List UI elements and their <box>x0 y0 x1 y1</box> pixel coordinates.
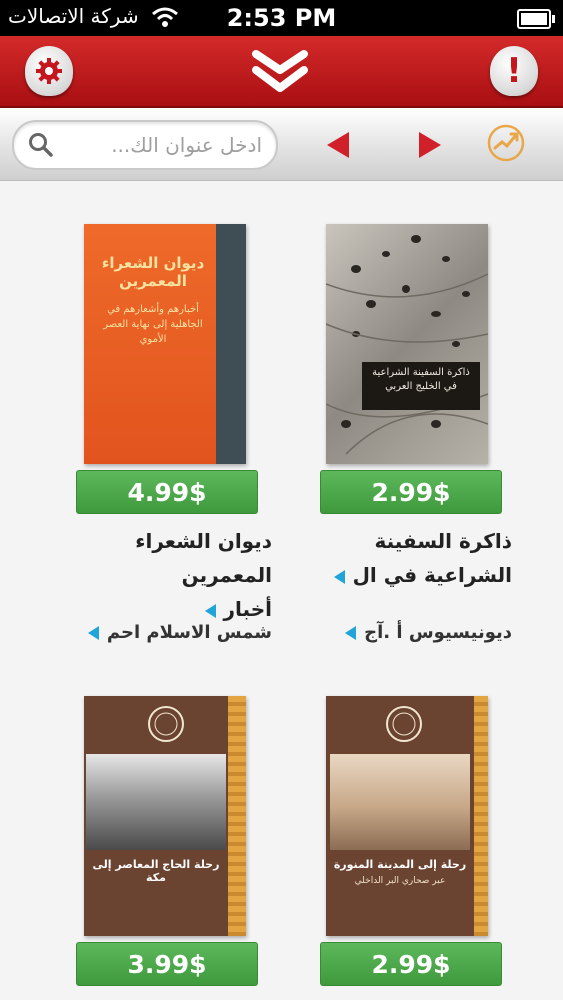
search-box[interactable] <box>12 120 278 170</box>
price-button[interactable]: 2.99$ <box>320 942 502 986</box>
double-chevron-down-icon <box>252 50 308 92</box>
cover-title: رحلة إلى المدينة المنورة <box>333 858 467 871</box>
price-button[interactable]: 2.99$ <box>320 470 502 514</box>
collapse-button[interactable] <box>250 50 310 96</box>
cover-spine <box>216 224 246 464</box>
seal-icon <box>148 706 184 742</box>
book-cover[interactable]: ديوان الشعراء المعمرين أخبارهم وأشعارهم … <box>84 224 246 464</box>
more-triangle-icon[interactable] <box>333 569 345 584</box>
book-author: ديونيسيوس أ .آج <box>292 622 512 643</box>
exclamation-icon: ! <box>506 51 522 91</box>
settings-button[interactable] <box>25 46 73 96</box>
cover-spine <box>474 696 488 936</box>
seal-icon <box>386 706 422 742</box>
alert-button[interactable]: ! <box>490 46 538 96</box>
next-arrow-icon[interactable] <box>417 130 443 160</box>
more-triangle-icon[interactable] <box>87 626 99 640</box>
cover-title: ديوان الشعراء المعمرين <box>101 254 205 290</box>
search-bar <box>0 108 563 181</box>
cover-title: رحلة الحاج المعاصر إلى مكة <box>92 858 220 884</box>
cover-subtitle: عبر صحاري البر الداخلي <box>354 876 446 886</box>
book-title-line: ديوان الشعراء المعمرين <box>135 529 272 587</box>
book-cover[interactable]: رحلة الحاج المعاصر إلى مكة <box>84 696 246 936</box>
status-time: 2:53 PM <box>226 4 337 32</box>
cover-photo <box>330 754 470 850</box>
more-triangle-icon[interactable] <box>345 626 357 640</box>
cover-title: ذاكرة السفينة الشراعية في الخليج العربي <box>372 367 470 392</box>
top-bar: ! <box>0 36 563 108</box>
status-bar: شركة الاتصالات 2:53 PM <box>0 0 563 36</box>
book-author: شمس الاسلام احم <box>52 622 272 643</box>
price-button[interactable]: 4.99$ <box>76 470 258 514</box>
search-icon <box>29 133 53 157</box>
book-cover[interactable]: ذاكرة السفينة الشراعية في الخليج العربي <box>326 224 488 464</box>
gear-icon <box>36 58 62 84</box>
sort-icon[interactable] <box>486 123 526 163</box>
book-title-line: أخبار <box>52 592 272 626</box>
book-cover[interactable]: رحلة إلى المدينة المنورة عبر صحاري البر … <box>326 696 488 936</box>
battery-icon <box>517 9 555 29</box>
book-title: ديوان الشعراء المعمرين أخبار <box>52 524 272 626</box>
book-title-line: الشراعية في ال <box>292 558 512 592</box>
cover-subtitle: أخبارهم وأشعارهم في الجاهلية إلى نهاية ا… <box>103 304 203 345</box>
price-button[interactable]: 3.99$ <box>76 942 258 986</box>
search-input[interactable] <box>70 129 264 161</box>
wood-texture-image <box>326 235 488 455</box>
book-title-line: ذاكرة السفينة <box>374 529 512 553</box>
cover-photo <box>86 754 226 850</box>
previous-arrow-icon[interactable] <box>325 130 351 160</box>
cover-spine <box>228 696 246 936</box>
book-title: ذاكرة السفينة الشراعية في ال <box>292 524 512 592</box>
more-triangle-icon[interactable] <box>204 603 216 618</box>
